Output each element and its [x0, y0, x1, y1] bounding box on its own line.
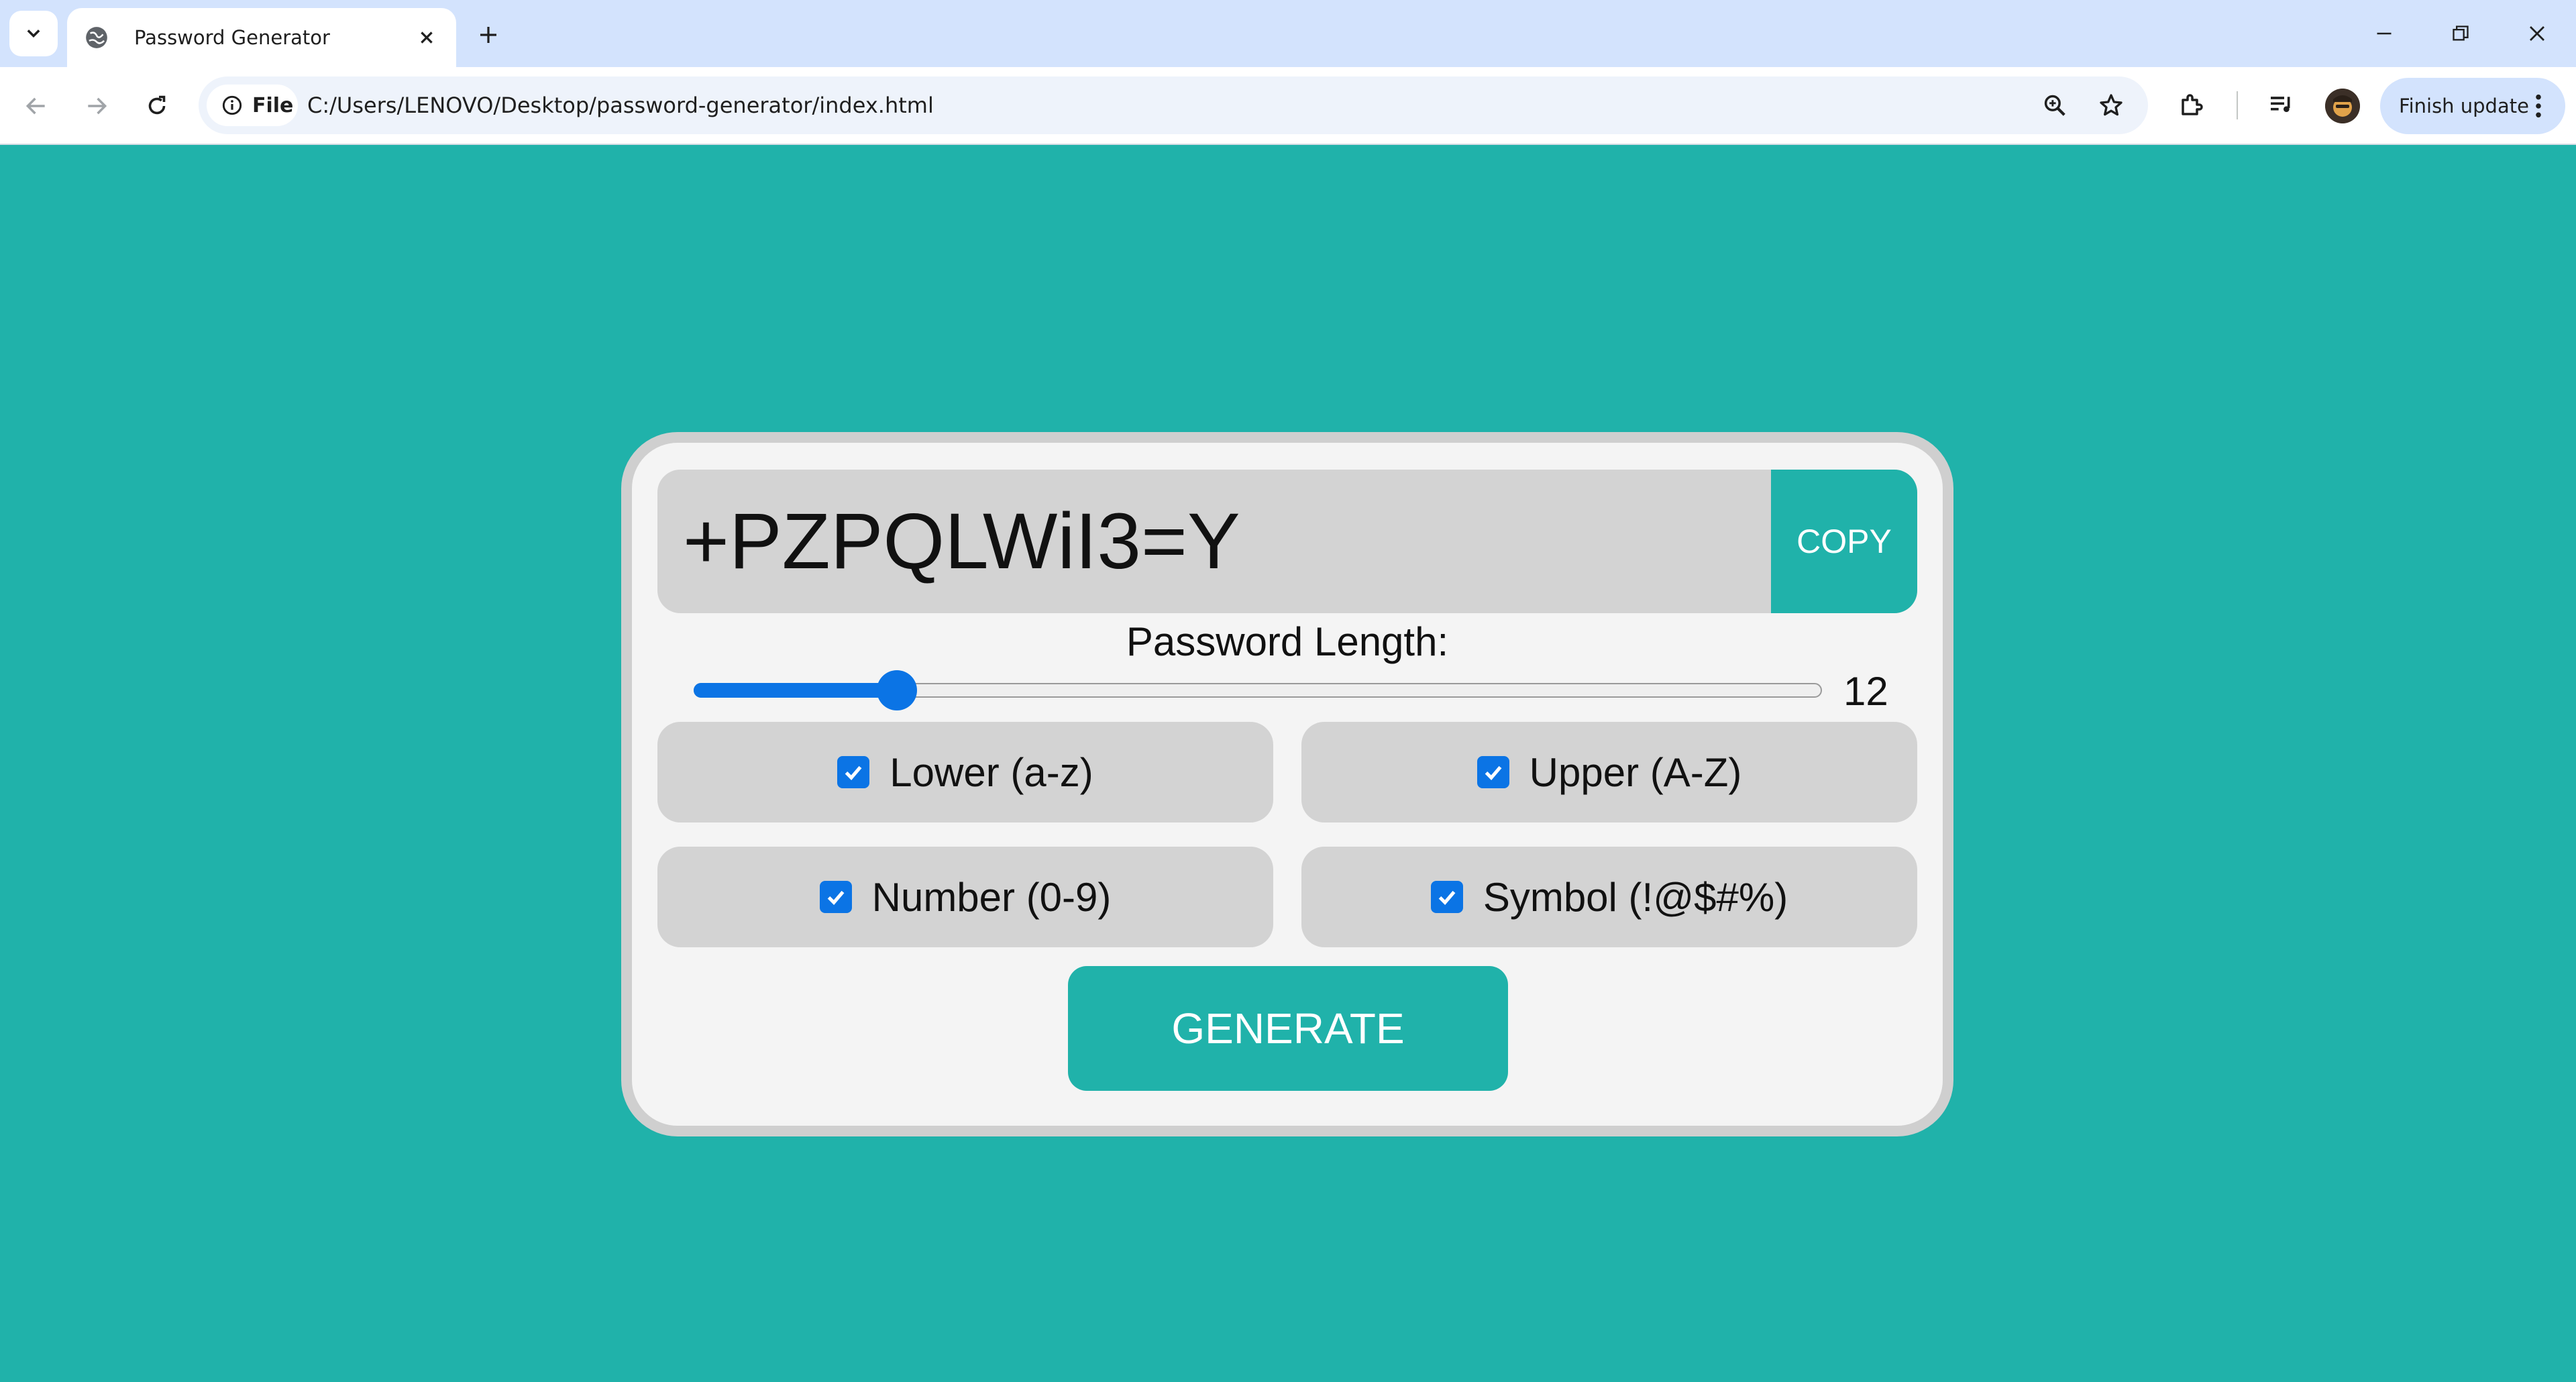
option-symbols-label: Symbol (!@$#%) — [1483, 874, 1788, 920]
toolbar-divider — [2237, 91, 2238, 119]
close-icon — [2530, 26, 2544, 41]
info-icon — [222, 95, 242, 115]
plus-icon — [480, 27, 496, 43]
reload-icon — [148, 95, 166, 115]
length-slider-fill — [694, 683, 897, 698]
checkbox-lowercase[interactable] — [837, 756, 870, 788]
close-window-button[interactable] — [2510, 11, 2564, 56]
bookmark-button[interactable] — [2092, 86, 2131, 125]
site-chip-label: File — [252, 93, 294, 117]
media-controls-button[interactable] — [2259, 83, 2302, 126]
reload-button[interactable] — [134, 83, 180, 129]
browser-chrome: Password Generator File C:/Users/LENOVO/… — [0, 0, 2576, 145]
length-slider-thumb[interactable] — [876, 670, 917, 710]
checkbox-symbols[interactable] — [1430, 881, 1463, 913]
password-length-label: Password Length: — [1126, 619, 1449, 664]
puzzle-icon — [2182, 94, 2203, 115]
zoom-button[interactable] — [2035, 86, 2074, 125]
checkbox-numbers[interactable] — [819, 881, 852, 913]
chevron-down-icon — [27, 30, 40, 38]
star-icon — [2100, 94, 2123, 116]
zoom-icon — [2044, 95, 2065, 116]
close-icon — [421, 32, 433, 44]
globe-icon — [83, 24, 110, 51]
checkbox-uppercase[interactable] — [1477, 756, 1509, 788]
option-numbers[interactable]: Number (0-9) — [657, 847, 1273, 947]
password-length-value: 12 — [1843, 669, 1888, 714]
back-button[interactable] — [13, 83, 59, 129]
option-symbols[interactable]: Symbol (!@$#%) — [1301, 847, 1917, 947]
option-uppercase-label: Upper (A-Z) — [1529, 749, 1742, 795]
url-text[interactable]: C:/Users/LENOVO/Desktop/password-generat… — [307, 76, 934, 134]
forward-button[interactable] — [74, 83, 119, 129]
finish-update-label: Finish update — [2399, 95, 2529, 117]
site-info-chip[interactable]: File — [207, 85, 298, 126]
minimize-button[interactable] — [2357, 11, 2411, 56]
avatar[interactable] — [2325, 89, 2360, 123]
option-uppercase[interactable]: Upper (A-Z) — [1301, 722, 1917, 822]
check-icon — [845, 765, 862, 781]
password-text[interactable]: +PZPQLWiI3=Y — [683, 470, 1240, 613]
finish-update-button[interactable]: Finish update — [2380, 78, 2565, 134]
restore-icon — [2453, 25, 2469, 41]
arrow-right-icon — [88, 97, 107, 115]
option-lowercase-label: Lower (a-z) — [890, 749, 1093, 795]
restore-button[interactable] — [2434, 11, 2487, 56]
check-icon — [1438, 890, 1456, 906]
playlist-icon — [2271, 97, 2290, 112]
tab-close-button[interactable] — [411, 21, 443, 54]
copy-button[interactable]: COPY — [1771, 470, 1917, 613]
address-bar[interactable]: File C:/Users/LENOVO/Desktop/password-ge… — [199, 76, 2148, 134]
new-tab-button[interactable] — [470, 16, 507, 54]
password-display: +PZPQLWiI3=Y COPY — [657, 470, 1917, 613]
tab-search-button[interactable] — [9, 11, 58, 56]
option-lowercase[interactable]: Lower (a-z) — [657, 722, 1273, 822]
kebab-menu-icon — [2524, 91, 2553, 121]
check-icon — [1485, 765, 1502, 781]
generate-button[interactable]: GENERATE — [1068, 966, 1508, 1091]
tab-title: Password Generator — [134, 26, 330, 49]
option-numbers-label: Number (0-9) — [871, 874, 1112, 920]
tab-strip: Password Generator — [0, 0, 2576, 67]
tab-password-generator[interactable]: Password Generator — [67, 8, 456, 67]
password-generator-card: +PZPQLWiI3=Y COPY Password Length: 12 Lo… — [621, 432, 1953, 1136]
arrow-left-icon — [25, 97, 45, 115]
minimize-icon — [2377, 32, 2392, 35]
extensions-button[interactable] — [2171, 83, 2214, 126]
check-icon — [827, 890, 845, 906]
